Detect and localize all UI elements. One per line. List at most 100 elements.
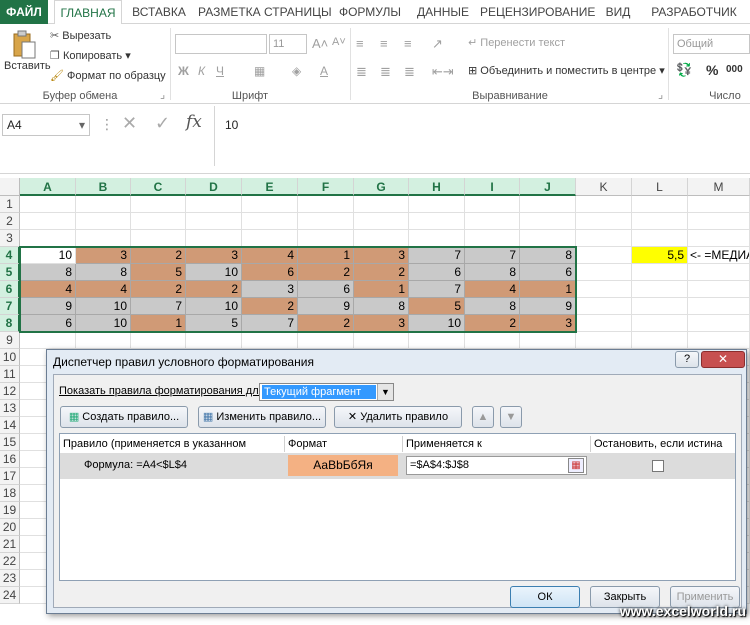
enter-icon[interactable]: ✓: [155, 113, 170, 134]
cell-g3[interactable]: [354, 230, 409, 247]
cell-f2[interactable]: [298, 213, 354, 230]
cell-h2[interactable]: [409, 213, 465, 230]
decrease-font-icon[interactable]: A˅: [332, 36, 346, 48]
help-button[interactable]: ?: [675, 351, 699, 368]
stop-if-true-checkbox[interactable]: [652, 460, 664, 472]
format-painter-button[interactable]: 🖌 Формат по образцу: [50, 69, 166, 82]
tab-formulas[interactable]: ФОРМУЛЫ: [334, 0, 406, 24]
cell-k9[interactable]: [576, 332, 632, 349]
tab-view[interactable]: ВИД: [598, 0, 638, 24]
cell-b3[interactable]: [76, 230, 131, 247]
row-header-17[interactable]: 17: [0, 468, 20, 485]
tab-data[interactable]: ДАННЫЕ: [414, 0, 472, 24]
cell-l6[interactable]: [632, 281, 688, 298]
cell-k5[interactable]: [576, 264, 632, 281]
currency-icon[interactable]: 💱: [676, 62, 692, 78]
cell-k6[interactable]: [576, 281, 632, 298]
row-header-8[interactable]: 8: [0, 315, 20, 332]
cell-c9[interactable]: [131, 332, 186, 349]
column-header-i[interactable]: I: [465, 178, 520, 196]
dialog-launcher-icon[interactable]: ⌟: [658, 88, 663, 101]
cell-g9[interactable]: [354, 332, 409, 349]
column-header-a[interactable]: A: [20, 178, 76, 196]
row-header-13[interactable]: 13: [0, 400, 20, 417]
cell-l9[interactable]: [632, 332, 688, 349]
column-header-k[interactable]: K: [576, 178, 632, 196]
new-rule-button[interactable]: ▦ Создать правило...: [60, 406, 188, 428]
cell-k2[interactable]: [576, 213, 632, 230]
font-color-icon[interactable]: A: [320, 64, 328, 78]
italic-button[interactable]: К: [198, 64, 205, 78]
cell-d9[interactable]: [186, 332, 242, 349]
cell-m7[interactable]: [688, 298, 750, 315]
cell-i9[interactable]: [465, 332, 520, 349]
tab-page-layout[interactable]: РАЗМЕТКА СТРАНИЦЫ: [198, 0, 332, 24]
cell-l5[interactable]: [632, 264, 688, 281]
cell-c3[interactable]: [131, 230, 186, 247]
fill-color-icon[interactable]: ◈: [292, 64, 301, 78]
chevron-down-icon[interactable]: ▾: [79, 115, 85, 135]
applies-to-input[interactable]: =$A$4:$J$8 ▦: [406, 456, 587, 475]
cell-l3[interactable]: [632, 230, 688, 247]
cell-i2[interactable]: [465, 213, 520, 230]
cell-l4[interactable]: 5,5: [632, 247, 688, 264]
column-header-e[interactable]: E: [242, 178, 298, 196]
indent-icon[interactable]: ⇤⇥: [432, 64, 454, 80]
cell-g2[interactable]: [354, 213, 409, 230]
move-up-button[interactable]: ▲: [472, 406, 494, 428]
cell-i1[interactable]: [465, 196, 520, 213]
cell-f3[interactable]: [298, 230, 354, 247]
cell-h3[interactable]: [409, 230, 465, 247]
align-center-icon[interactable]: ≣: [380, 64, 391, 80]
borders-icon[interactable]: ▦: [254, 64, 265, 78]
edit-rule-button[interactable]: ▦ Изменить правило...: [198, 406, 326, 428]
tab-developer[interactable]: РАЗРАБОТЧИК: [646, 0, 742, 24]
row-header-23[interactable]: 23: [0, 570, 20, 587]
row-header-5[interactable]: 5: [0, 264, 20, 281]
tab-home[interactable]: ГЛАВНАЯ: [54, 0, 122, 25]
row-header-21[interactable]: 21: [0, 536, 20, 553]
column-header-d[interactable]: D: [186, 178, 242, 196]
align-right-icon[interactable]: ≣: [404, 64, 415, 80]
column-header-j[interactable]: J: [520, 178, 576, 196]
align-bottom-icon[interactable]: ≡: [404, 36, 412, 51]
row-header-9[interactable]: 9: [0, 332, 20, 349]
dialog-launcher-icon[interactable]: ⌟: [160, 88, 165, 101]
cell-b9[interactable]: [76, 332, 131, 349]
cell-m9[interactable]: [688, 332, 750, 349]
cell-m5[interactable]: [688, 264, 750, 281]
row-header-20[interactable]: 20: [0, 519, 20, 536]
tab-file[interactable]: ФАЙЛ: [0, 0, 48, 24]
column-header-f[interactable]: F: [298, 178, 354, 196]
row-header-12[interactable]: 12: [0, 383, 20, 400]
close-dialog-button[interactable]: ✕: [701, 351, 745, 368]
rule-row[interactable]: Формула: =A4<$L$4 АаВbБбЯя =$A$4:$J$8 ▦: [60, 453, 735, 479]
cell-m2[interactable]: [688, 213, 750, 230]
cell-k1[interactable]: [576, 196, 632, 213]
percent-button[interactable]: %: [706, 62, 718, 78]
move-down-button[interactable]: ▼: [500, 406, 522, 428]
cell-a2[interactable]: [20, 213, 76, 230]
cell-h9[interactable]: [409, 332, 465, 349]
underline-button[interactable]: Ч: [216, 64, 224, 78]
row-header-16[interactable]: 16: [0, 451, 20, 468]
show-rules-select[interactable]: Текущий фрагмент ▼: [259, 383, 394, 401]
row-header-22[interactable]: 22: [0, 553, 20, 570]
cell-a3[interactable]: [20, 230, 76, 247]
align-top-icon[interactable]: ≡: [356, 36, 364, 51]
cell-b2[interactable]: [76, 213, 131, 230]
cell-l8[interactable]: [632, 315, 688, 332]
cell-e1[interactable]: [242, 196, 298, 213]
cell-k8[interactable]: [576, 315, 632, 332]
comma-style-button[interactable]: 000: [726, 64, 743, 75]
column-header-h[interactable]: H: [409, 178, 465, 196]
cell-e3[interactable]: [242, 230, 298, 247]
cell-f9[interactable]: [298, 332, 354, 349]
align-middle-icon[interactable]: ≡: [380, 36, 388, 51]
bold-button[interactable]: Ж: [178, 64, 189, 78]
wrap-text-button[interactable]: ↵ Перенести текст: [468, 36, 565, 49]
delete-rule-button[interactable]: ✕ Удалить правило: [334, 406, 462, 428]
cell-a1[interactable]: [20, 196, 76, 213]
tab-insert[interactable]: ВСТАВКА: [128, 0, 190, 24]
row-header-11[interactable]: 11: [0, 366, 20, 383]
